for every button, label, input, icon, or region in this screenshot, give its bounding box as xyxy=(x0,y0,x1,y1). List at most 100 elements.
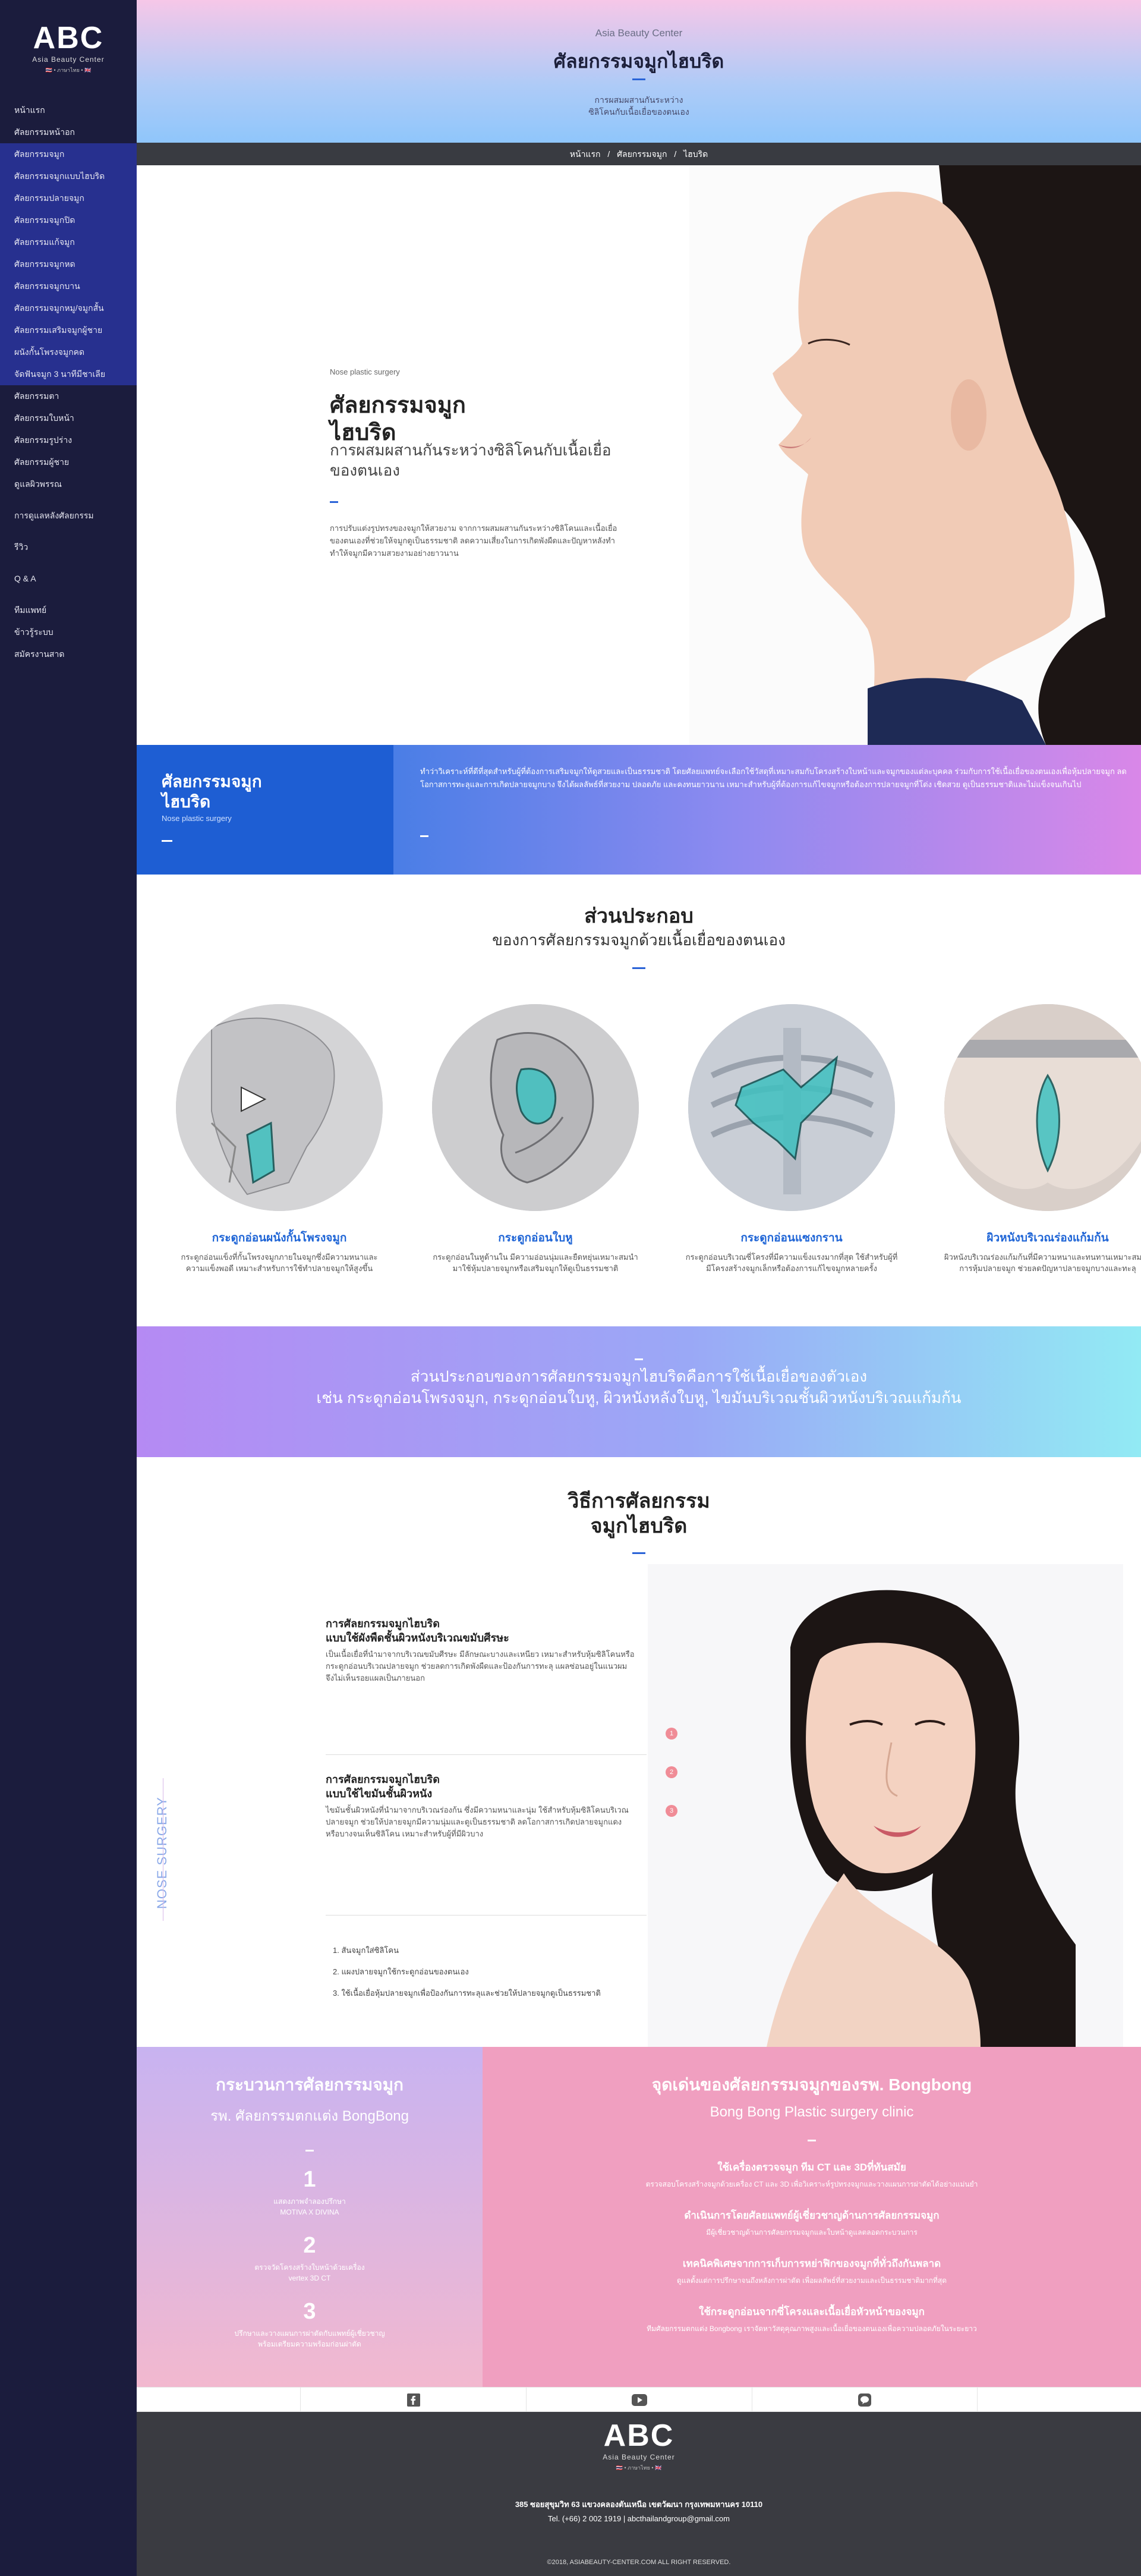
sidebar-item[interactable]: หน้าแรก xyxy=(0,99,137,121)
divider xyxy=(635,1358,643,1360)
main-content: Asia Beauty Center ศัลยกรรมจมูก ไฮบริด กา… xyxy=(137,0,1141,2576)
sidebar-item[interactable]: ทีมแพทย์ xyxy=(0,599,137,621)
definition-text-box: ทำว่าวิเคราะห์ที่ดีที่สุดสำหรับผู้ที่ต้อ… xyxy=(393,745,1141,875)
sidebar-item[interactable]: ผนังกั้นโพรงจมูกคด xyxy=(0,341,137,363)
highlight-text: ทีมศัลยกรรมตกแต่ง Bongbong เราจัดหาวัสดุ… xyxy=(647,2325,977,2333)
method-heading: การศัลยกรรมจมูกไฮบริด xyxy=(326,1618,440,1630)
sidebar-nav: หน้าแรก ศัลยกรรมหน้าอก ศัลยกรรมจมูก ศัลยกรร… xyxy=(0,99,137,665)
marker-3: 3 xyxy=(666,1805,677,1817)
sidebar-item[interactable]: ศัลยกรรมรูปร่าง xyxy=(0,429,137,451)
component-card-text: กระดูกอ่อนในหูด้านใน มีความอ่อนนุ่มและยื… xyxy=(433,1253,638,1273)
sidebar-item[interactable]: ศัลยกรรมปลายจมูก xyxy=(0,187,137,209)
sidebar-item[interactable]: Q & A xyxy=(0,568,137,590)
sidebar-item[interactable]: ศัลยกรรมจมูกหด xyxy=(0,253,137,275)
highlight-heading: ดำเนินการโดยศัลยแพทย์ผู้เชี่ยวชาญด้านการ… xyxy=(684,2210,940,2221)
sidebar-item[interactable]: ศัลยกรรมหน้าอก xyxy=(0,121,137,143)
component-card: กระดูกอ่อนแซงกราน กระดูกอ่อนบริเวณซี่โคร… xyxy=(667,1004,916,1274)
sidebar-item[interactable]: จัดฟันจมูก 3 นาทีมีชาเลีย xyxy=(0,363,137,385)
method-steps-list: 1. สันจมูกใส่ซิลิโคน 2. แผงปลายจมูกใช้กร… xyxy=(333,1940,601,2004)
definition-band: ศัลยกรรมจมูก ไฮบริด Nose plastic surgery… xyxy=(137,745,1141,875)
method-step: 2. แผงปลายจมูกใช้กระดูกอ่อนของตนเอง xyxy=(333,1967,469,1976)
component-card-title: กระดูกอ่อนแซงกราน xyxy=(740,1232,843,1244)
sidebar-item[interactable]: สมัครงานสาด xyxy=(0,643,137,665)
sidebar: ABC Asia Beauty Center 🇹🇭 • ภาษาไทย • 🇬🇧… xyxy=(0,0,137,2576)
breadcrumb-current: ไฮบริด xyxy=(683,149,708,159)
line-icon xyxy=(858,2393,871,2407)
intro-section: Nose plastic surgery ศัลยกรรมจมูก ไฮบริด… xyxy=(137,165,1141,745)
component-card-title: กระดูกอ่อนใบหู xyxy=(498,1232,573,1244)
component-card-title: ผิวหนังบริเวณร่องแก้มก้น xyxy=(986,1232,1109,1244)
brand-label: Asia Beauty Center xyxy=(595,27,683,39)
ear-cartilage-image xyxy=(432,1004,639,1211)
facebook-link[interactable] xyxy=(300,2388,526,2413)
component-card: กระดูกอ่อนผนังกั้นโพรงจมูก กระดูกอ่อนแข็… xyxy=(155,1004,404,1274)
intro-en-label: Nose plastic surgery xyxy=(330,367,400,376)
footer-language-switch[interactable]: 🇹🇭 • ภาษาไทย • 🇬🇧 xyxy=(137,2464,1141,2472)
hero-subtitle-2: ซิลิโคนกับเนื้อเยื่อของตนเอง xyxy=(588,107,689,117)
components-title: ส่วนประกอบ xyxy=(584,905,694,927)
components-summary-band: ส่วนประกอบของการศัลยกรรมจมูกไฮบริดคือการ… xyxy=(137,1326,1141,1457)
method-heading-sub: แบบใช้ผังพืดชั้นผิวหนังบริเวณขมับศีรษะ xyxy=(326,1632,509,1644)
sidebar-item[interactable]: ศัลยกรรมผู้ชาย xyxy=(0,451,137,473)
method-section: วิธีการศัลยกรรม จมูกไฮบริด NOSE SURGERY … xyxy=(137,1457,1141,2047)
method-step: 3. ใช้เนื้อเยื่อหุ้มปลายจมูกเพื่อป้องกัน… xyxy=(333,1989,601,1998)
rib-cartilage-image xyxy=(688,1004,895,1211)
highlight-item: ใช้เครื่องตรวจจมูก ทีม CT และ 3Dที่ทันสม… xyxy=(483,2159,1141,2190)
footer-logo[interactable]: ABC xyxy=(137,2420,1141,2451)
sidebar-item[interactable]: ศัลยกรรมจมูกบาน xyxy=(0,275,137,297)
divider xyxy=(420,835,428,837)
sidebar-item[interactable]: ข้าวรู้ระบบ xyxy=(0,621,137,643)
sidebar-item[interactable]: ศัลยกรรมแก้จมูก xyxy=(0,231,137,253)
step-number: 3 xyxy=(303,2299,316,2324)
highlight-heading: ใช้เครื่องตรวจจมูก ทีม CT และ 3Dที่ทันสม… xyxy=(717,2162,906,2173)
sidebar-item[interactable]: ศัลยกรรมเสริมจมูกผู้ชาย xyxy=(0,319,137,341)
component-card: กระดูกอ่อนใบหู กระดูกอ่อนในหูด้านใน มีคว… xyxy=(411,1004,660,1274)
youtube-link[interactable] xyxy=(526,2388,752,2413)
septum-cartilage-image xyxy=(176,1004,383,1211)
highlight-item: เทคนิคพิเศษจากการเก็บการหย่าฟิกของจมูกที… xyxy=(483,2256,1141,2286)
line-link[interactable] xyxy=(752,2388,978,2413)
method-text: เป็นเนื้อเยื่อที่นำมาจากบริเวณขมับศีรษะ … xyxy=(326,1650,635,1682)
method-step: 1. สันจมูกใส่ซิลิโคน xyxy=(333,1946,399,1955)
breadcrumb-nose[interactable]: ศัลยกรรมจมูก xyxy=(617,149,667,159)
components-subtitle: ของการศัลยกรรมจมูกด้วยเนื้อเยื่อของตนเอง xyxy=(492,931,786,949)
hero-subtitle-1: การผสมผสานกันระหว่าง xyxy=(594,95,683,105)
summary-line-1: ส่วนประกอบของการศัลยกรรมจมูกไฮบริดคือการ… xyxy=(410,1367,868,1385)
process-step: 3 ปรึกษาและวางแผนการผ่าตัดกับแพทย์ผู้เชี… xyxy=(137,2299,483,2349)
marker-1: 1 xyxy=(666,1728,677,1740)
definition-paragraph: ทำว่าวิเคราะห์ที่ดีที่สุดสำหรับผู้ที่ต้อ… xyxy=(420,767,1127,789)
band-en-label: Nose plastic surgery xyxy=(162,814,232,823)
marker-2: 2 xyxy=(666,1766,677,1778)
language-switch[interactable]: 🇹🇭 • ภาษาไทย • 🇬🇧 xyxy=(0,66,137,74)
model-profile-image xyxy=(689,165,1141,745)
sidebar-item[interactable]: ศัลยกรรมจมูกปิด xyxy=(0,209,137,231)
component-card-text: กระดูกอ่อนแข็งที่กั้นโพรงจมูกภายในจมูกซึ… xyxy=(181,1253,378,1273)
logo[interactable]: ABC Asia Beauty Center 🇹🇭 • ภาษาไทย • 🇬🇧 xyxy=(0,0,137,74)
step-number: 1 xyxy=(303,2167,316,2192)
sidebar-item[interactable]: ศัลยกรรมใบหน้า xyxy=(0,407,137,429)
sidebar-item[interactable]: การดูแลหลังศัลยกรรม xyxy=(0,505,137,527)
divider xyxy=(808,2140,816,2141)
footer-logo-subtitle: Asia Beauty Center xyxy=(603,2453,675,2461)
divider xyxy=(330,501,338,503)
logo-subtitle: Asia Beauty Center xyxy=(32,55,105,64)
component-card: ผิวหนังบริเวณร่องแก้มก้น ผิวหนังบริเวณร่… xyxy=(923,1004,1141,1274)
process-step: 2 ตรวจวัดโครงสร้างใบหน้าด้วยเครื่อง vert… xyxy=(137,2233,483,2284)
sidebar-item[interactable]: รีวิว xyxy=(0,536,137,558)
sidebar-item[interactable]: ศัลยกรรมตา xyxy=(0,385,137,407)
vertical-label: NOSE SURGERY xyxy=(155,1797,169,1909)
highlight-text: ดูแลตั้งแต่การปรึกษาจนถึงหลังการผ่าตัด เ… xyxy=(676,2276,947,2285)
sidebar-item[interactable]: ศัลยกรรมจมูก xyxy=(0,143,137,165)
footer-address: 385 ซอยสุขุมวิท 63 แขวงคลองตันเหนือ เขตว… xyxy=(515,2500,763,2509)
sidebar-item[interactable]: ศัลยกรรมจมูกหมู/จมูกสั้น xyxy=(0,297,137,319)
highlights-title: จุดเด่นของศัลยกรรมจมูกของรพ. Bongbong xyxy=(651,2075,972,2094)
sidebar-item[interactable]: ศัลยกรรมจมูกแบบไฮบริด xyxy=(0,165,137,187)
divider xyxy=(305,2150,314,2152)
process-step: 1 แสดงภาพจำลองปรึกษา MOTIVA X DIVINA xyxy=(137,2167,483,2218)
breadcrumb-home[interactable]: หน้าแรก xyxy=(570,149,601,159)
sidebar-item[interactable]: ดูแลผิวพรรณ xyxy=(0,473,137,495)
intro-subtitle: การผสมผสานกันระหว่างซิลิโคนกับเนื้อเยื่อ… xyxy=(330,441,612,479)
footer-contact[interactable]: Tel. (+66) 2 002 1919 | abcthailandgroup… xyxy=(137,2514,1141,2523)
facebook-icon xyxy=(406,2393,420,2407)
highlight-text: มีผู้เชี่ยวชาญด้านการศัลยกรรมจมูกและใบหน… xyxy=(706,2228,918,2237)
